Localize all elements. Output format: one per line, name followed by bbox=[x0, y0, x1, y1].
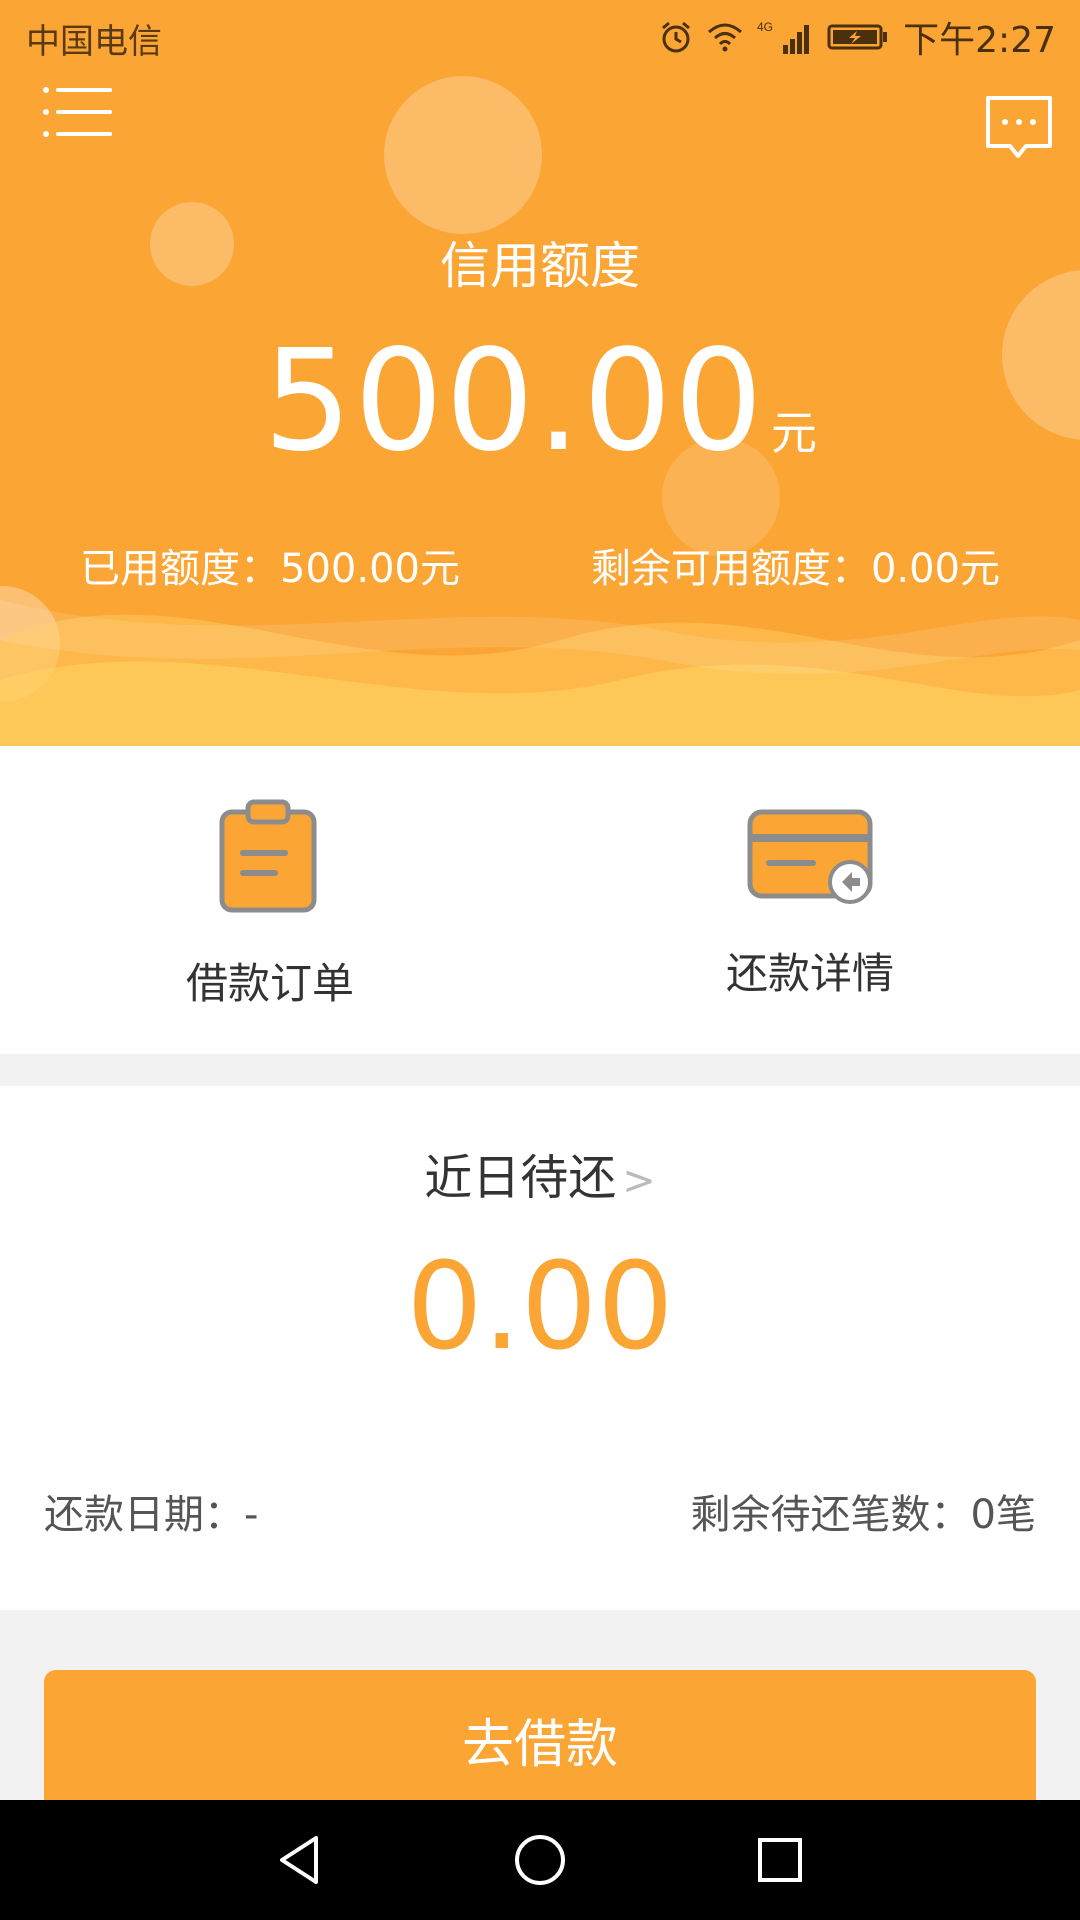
pending-title-link[interactable]: 近日待还 > bbox=[0, 1138, 1080, 1208]
remaining-credit-label: 剩余可用额度： bbox=[590, 546, 871, 592]
card-repay-icon bbox=[747, 809, 873, 904]
wifi-icon bbox=[708, 23, 743, 52]
status-icons: 4G 下午2:27 bbox=[659, 12, 1056, 62]
used-credit-value: 500.00元 bbox=[280, 546, 460, 592]
credit-amount-unit: 元 bbox=[770, 406, 817, 460]
system-nav-bar bbox=[0, 1800, 1080, 1920]
credit-amount: 500.00 元 bbox=[0, 320, 1080, 483]
repay-date-label: 还款日期： bbox=[44, 1492, 244, 1538]
message-icon[interactable] bbox=[984, 94, 1054, 160]
remaining-count-label: 剩余待还笔数： bbox=[690, 1492, 971, 1538]
header-banner: 中国电信 4G 下午2:27 信用额度 500.00 元 已用额度：500.00… bbox=[0, 0, 1080, 746]
alarm-icon bbox=[662, 21, 691, 53]
loan-orders-button[interactable]: 借款订单 bbox=[0, 746, 540, 1054]
repay-details-button[interactable]: 还款详情 bbox=[540, 746, 1080, 1054]
pending-amount: 0.00 bbox=[406, 1238, 674, 1377]
used-credit-label: 已用额度： bbox=[80, 546, 280, 592]
remaining-credit: 剩余可用额度：0.00元 bbox=[591, 536, 1000, 594]
remaining-credit-value: 0.00元 bbox=[870, 546, 1000, 592]
battery-icon bbox=[827, 24, 888, 50]
home-icon[interactable] bbox=[510, 1830, 570, 1890]
quick-actions: 借款订单 还款详情 bbox=[0, 746, 1080, 1054]
recents-icon[interactable] bbox=[750, 1830, 810, 1890]
repay-date: 还款日期：- bbox=[44, 1482, 258, 1540]
chevron-right-icon: > bbox=[622, 1158, 656, 1204]
used-credit: 已用额度：500.00元 bbox=[80, 536, 460, 594]
signal-icon: 4G bbox=[757, 20, 810, 54]
status-time: 下午2:27 bbox=[903, 20, 1056, 61]
loan-orders-label: 借款订单 bbox=[185, 959, 354, 1008]
credit-label: 信用额度 bbox=[440, 237, 640, 295]
clipboard-icon bbox=[219, 799, 317, 913]
network-label: 4G bbox=[757, 20, 773, 34]
pending-title: 近日待还 bbox=[424, 1150, 617, 1206]
repay-details-label: 还款详情 bbox=[725, 949, 894, 998]
credit-amount-value: 500.00 bbox=[263, 320, 765, 483]
back-icon[interactable] bbox=[270, 1830, 330, 1890]
carrier-label: 中国电信 bbox=[26, 22, 162, 62]
pending-repayment-card: 近日待还 > 0.00 还款日期：- 剩余待还笔数：0笔 bbox=[0, 1086, 1080, 1610]
remaining-count: 剩余待还笔数：0笔 bbox=[691, 1482, 1036, 1540]
menu-icon[interactable] bbox=[42, 86, 112, 138]
repay-date-value: - bbox=[244, 1492, 259, 1538]
remaining-count-value: 0笔 bbox=[970, 1492, 1036, 1538]
